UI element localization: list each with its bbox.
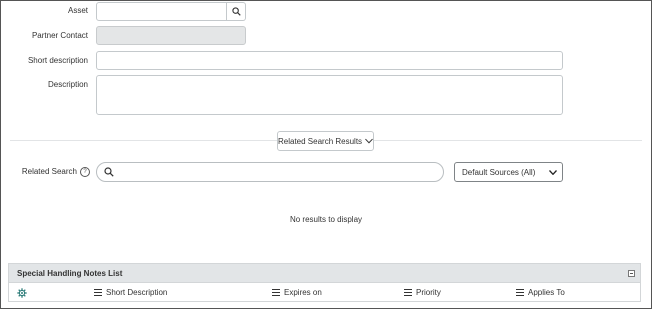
column-header-short-description[interactable]: Short Description xyxy=(94,283,167,302)
short-description-input[interactable] xyxy=(97,52,562,69)
chevron-down-icon xyxy=(365,138,373,144)
column-menu-icon[interactable] xyxy=(94,289,102,297)
column-label: Priority xyxy=(416,288,441,297)
column-header-priority[interactable]: Priority xyxy=(404,283,441,302)
sources-select[interactable]: Default Sources (All) xyxy=(454,162,563,182)
asset-input[interactable] xyxy=(97,3,226,20)
column-menu-icon[interactable] xyxy=(516,289,524,297)
partner-contact-input xyxy=(97,27,245,44)
column-menu-icon[interactable] xyxy=(404,289,412,297)
related-search-results-toggle[interactable]: Related Search Results xyxy=(277,131,374,151)
short-description-field[interactable] xyxy=(96,51,563,70)
partner-contact-label: Partner Contact xyxy=(31,31,88,40)
no-results-message: No results to display xyxy=(289,215,363,224)
related-search-input[interactable] xyxy=(117,163,441,183)
search-icon xyxy=(104,167,114,177)
chevron-down-icon xyxy=(549,169,557,175)
help-icon[interactable]: ? xyxy=(80,167,90,177)
partner-contact-field xyxy=(96,26,246,45)
column-header-applies-to[interactable]: Applies To xyxy=(516,283,565,302)
short-description-label: Short description xyxy=(27,56,88,65)
asset-lookup-button[interactable] xyxy=(227,2,246,21)
related-search-label: Related Search xyxy=(21,167,77,176)
related-search-field[interactable] xyxy=(96,162,444,183)
asset-label: Asset xyxy=(67,6,88,15)
sources-select-value: Default Sources (All) xyxy=(462,167,536,177)
column-label: Expires on xyxy=(284,288,322,297)
search-icon xyxy=(231,7,241,16)
column-label: Short Description xyxy=(106,288,168,297)
notes-list-column-header-row: Short Description Expires on Priority Ap… xyxy=(8,283,641,302)
gear-icon[interactable] xyxy=(17,288,27,298)
collapse-icon[interactable] xyxy=(628,269,635,277)
column-menu-icon[interactable] xyxy=(272,289,280,297)
description-label: Description xyxy=(47,80,88,89)
column-label: Applies To xyxy=(528,288,565,297)
asset-field[interactable] xyxy=(96,2,227,21)
notes-list-title: Special Handling Notes List xyxy=(17,268,123,278)
description-field[interactable] xyxy=(96,75,563,115)
related-search-results-label: Related Search Results xyxy=(278,136,363,146)
column-header-expires-on[interactable]: Expires on xyxy=(272,283,322,302)
notes-list-header: Special Handling Notes List xyxy=(8,263,641,283)
description-textarea[interactable] xyxy=(97,76,562,114)
